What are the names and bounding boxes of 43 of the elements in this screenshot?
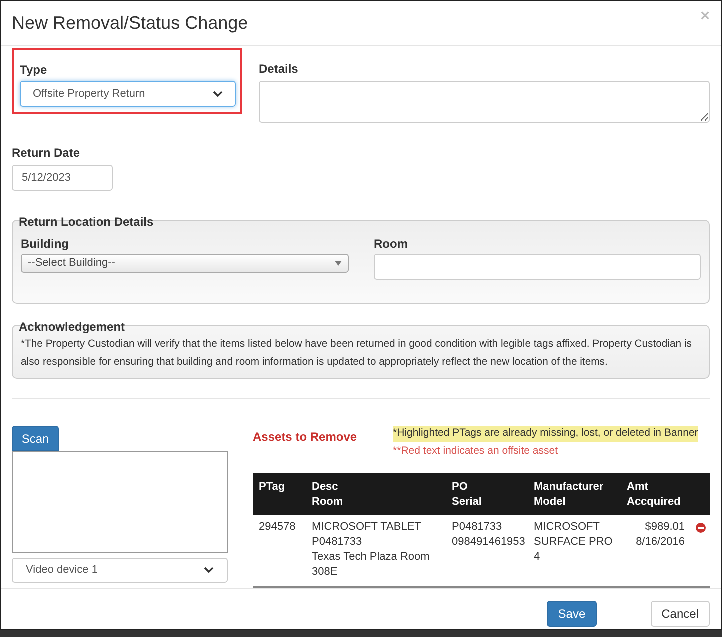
column-header: Desc [312,480,340,494]
remove-icon[interactable] [696,522,706,532]
save-button[interactable]: Save [547,601,597,627]
column-header: PO [452,480,469,494]
table-cell-text: MICROSOFT [534,520,601,534]
acknowledgement-text: *The Property Custodian will verify that the items listed below have been returned in good condition with legible tags affixed. Property Custodian is also responsible for ensuring that building and room information is updated to appropriately reflect the new location of the items. [21,338,693,370]
table-cell-text: 294578 [259,520,297,534]
room-field[interactable] [374,254,701,280]
section-title: Assets to Remove [253,429,358,446]
column-header: Manufacturer [534,480,605,494]
building-select[interactable]: --Select Building-- [21,254,349,273]
cancel-button[interactable]: Cancel [650,601,710,627]
field-label: Type [20,62,48,79]
table-cell-text: Texas Tech Plaza Room 308E [312,550,431,580]
table-cell: $989.01 [645,520,685,534]
column-header: Serial [452,494,483,510]
offsite-note: **Red text indicates an offsite asset [393,444,558,459]
caret-down-icon [335,261,342,266]
panel-legend: Return Location Details [19,215,154,229]
field-label: Room [374,236,409,253]
column-header: PTag [259,480,286,494]
type-select[interactable]: Offsite Property Return [20,81,236,107]
highlight-note: *Highlighted PTags are already missing, lost, or deleted in Banner [393,426,698,442]
chevron-down-icon [213,90,223,98]
field-label: Details [259,61,300,78]
column-header: Model [534,494,567,510]
date-field[interactable]: 5/12/2023 [12,165,113,191]
field-label: Building [21,236,70,253]
panel-legend: Acknowledgement [19,320,126,334]
table-cell-text: SURFACE PRO 4 [534,534,614,564]
table-cell: 8/16/2016 [636,534,685,550]
table-cell-text: MICROSOFT TABLET P0481733 [312,520,422,550]
device-select[interactable]: Video device 1 [12,558,228,583]
table-cell-text: P0481733 [452,520,504,534]
table-cell-text: 098491461953 [452,534,526,550]
dialog-title: New Removal/Status Change [12,12,248,35]
column-header: Room [312,494,344,510]
column-header: Accquired [627,494,682,510]
details-field[interactable] [259,81,710,123]
scan-button[interactable]: Scan [12,426,59,451]
chevron-down-icon [204,567,214,574]
column-header: Amt [627,480,650,494]
field-label: Return Date [12,145,82,162]
